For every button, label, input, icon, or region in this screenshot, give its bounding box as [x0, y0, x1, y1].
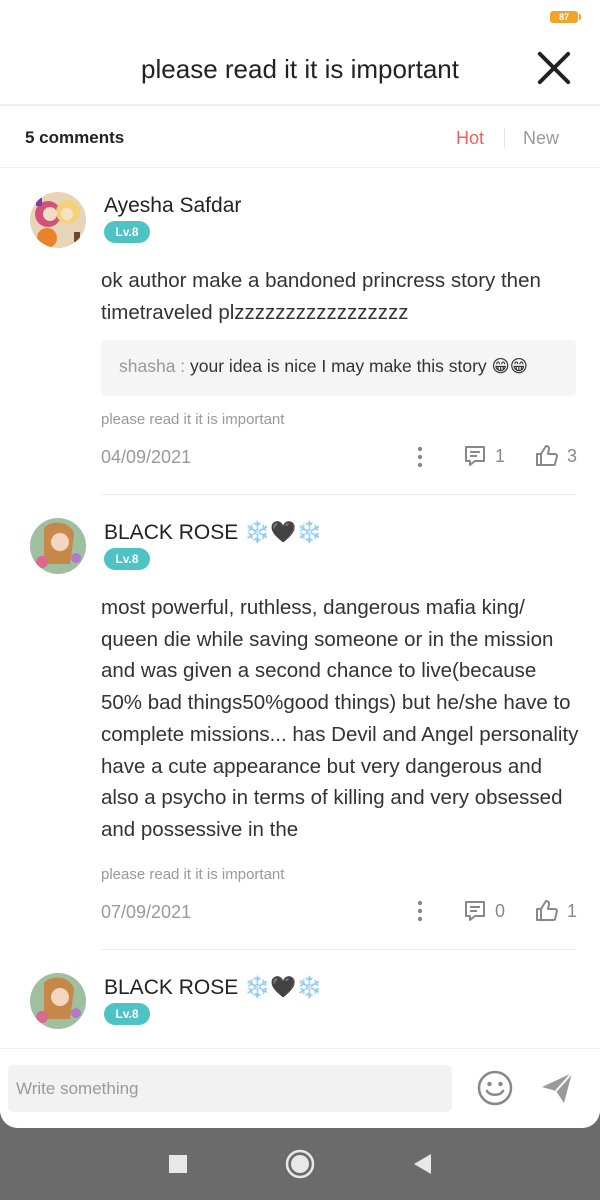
- comment-count: 5 comments: [25, 128, 125, 147]
- comment-text: ok author make a bandoned princress stor…: [101, 269, 541, 324]
- system-nav-bar: [0, 1128, 600, 1200]
- comments-sheet: 87 please read it it is important 5 comm…: [0, 0, 600, 1128]
- reply-count: 1: [495, 445, 506, 466]
- more-options-icon[interactable]: [410, 445, 430, 469]
- divider: [101, 494, 576, 495]
- like-count: 3: [567, 445, 578, 466]
- comment-date: 07/09/2021: [101, 902, 192, 922]
- recents-button[interactable]: [164, 1150, 192, 1178]
- composer-bar: [0, 1048, 600, 1128]
- reply-button[interactable]: 1: [463, 443, 505, 469]
- comment-text: most powerful, ruthless, dangerous mafia…: [101, 596, 579, 841]
- comment-source[interactable]: please read it it is important: [101, 411, 284, 428]
- level-badge: Lv.8: [104, 1003, 150, 1025]
- username[interactable]: Ayesha Safdar: [104, 194, 241, 218]
- username[interactable]: BLACK ROSE ❄️🖤❄️: [104, 976, 323, 1000]
- battery-level: 87: [558, 12, 569, 22]
- level-badge: Lv.8: [104, 221, 150, 243]
- reply-text: your idea is nice I may make this story …: [190, 356, 529, 376]
- home-button[interactable]: [284, 1148, 316, 1180]
- like-button[interactable]: 1: [535, 898, 577, 924]
- battery-icon: 87: [550, 11, 581, 23]
- divider: [101, 949, 576, 950]
- level-badge: Lv.8: [104, 548, 150, 570]
- back-button[interactable]: [409, 1150, 437, 1178]
- comment-icon: [465, 446, 485, 466]
- comment-icon: [465, 901, 485, 921]
- comment-input[interactable]: [8, 1065, 452, 1112]
- comment-source[interactable]: please read it it is important: [101, 866, 284, 883]
- close-icon[interactable]: [536, 50, 572, 86]
- sort-new-tab[interactable]: New: [523, 128, 559, 149]
- status-bar: 87: [0, 0, 600, 30]
- sort-hot-tab[interactable]: Hot: [456, 128, 484, 149]
- username[interactable]: BLACK ROSE ❄️🖤❄️: [104, 521, 323, 545]
- avatar[interactable]: [30, 973, 86, 1029]
- thumbs-up-icon: [536, 900, 558, 921]
- reply-preview[interactable]: shasha : your idea is nice I may make th…: [101, 340, 576, 396]
- sort-divider: [504, 128, 505, 148]
- reply-author: shasha :: [119, 356, 191, 376]
- like-count: 1: [567, 900, 578, 921]
- reply-button[interactable]: 0: [463, 898, 505, 924]
- reply-count: 0: [495, 900, 506, 921]
- avatar[interactable]: [30, 192, 86, 248]
- send-icon[interactable]: [538, 1069, 576, 1107]
- more-options-icon[interactable]: [410, 899, 430, 923]
- comments-toolbar: 5 comments Hot New: [0, 108, 600, 168]
- comment-date: 04/09/2021: [101, 447, 192, 467]
- page-title: please read it it is important: [141, 54, 459, 84]
- like-button[interactable]: 3: [535, 443, 577, 469]
- avatar[interactable]: [30, 518, 86, 574]
- title-bar: please read it it is important: [0, 30, 600, 106]
- thumbs-up-icon: [536, 445, 558, 466]
- emoji-icon[interactable]: [476, 1069, 514, 1107]
